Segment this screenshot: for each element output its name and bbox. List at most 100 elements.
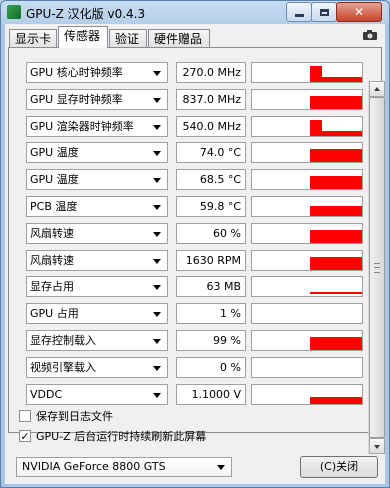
sensor-row: VDDC 1.1000 V bbox=[23, 384, 363, 407]
sensor-value: 837.0 MHz bbox=[176, 89, 246, 110]
sensor-value: 99 % bbox=[176, 330, 246, 351]
chevron-down-icon bbox=[153, 312, 161, 317]
sensor-name: GPU 占用 bbox=[30, 307, 79, 320]
sensor-graph-plot bbox=[310, 96, 362, 109]
sensor-name-dropdown[interactable]: GPU 显存时钟频率 bbox=[26, 89, 168, 110]
scroll-thumb[interactable] bbox=[369, 97, 385, 438]
chevron-down-icon bbox=[217, 465, 225, 470]
sensor-graph-plot bbox=[252, 304, 362, 323]
sensor-name-dropdown[interactable]: GPU 温度 bbox=[26, 169, 168, 190]
chevron-down-icon bbox=[153, 339, 161, 344]
minimize-button[interactable] bbox=[286, 2, 312, 22]
sensor-graph-plot bbox=[310, 206, 362, 216]
sensor-graph-bar bbox=[322, 131, 362, 136]
window-title: GPU-Z 汉化版 v0.4.3 bbox=[26, 7, 146, 21]
sensor-graph-bar bbox=[310, 149, 362, 162]
sensor-graph-bar bbox=[310, 397, 362, 404]
sensor-row: GPU 渲染器时钟频率 540.0 MHz bbox=[23, 116, 363, 139]
sensor-graph-bar bbox=[310, 257, 362, 270]
chevron-down-icon bbox=[153, 125, 161, 130]
sensor-name-dropdown[interactable]: GPU 渲染器时钟频率 bbox=[26, 116, 168, 137]
sensor-graph-bar bbox=[322, 77, 362, 82]
gpu-select-dropdown[interactable]: NVIDIA GeForce 8800 GTS bbox=[16, 457, 232, 477]
tab-graphics-card[interactable]: 显示卡 bbox=[9, 29, 57, 47]
sensor-row: 显存占用 63 MB bbox=[23, 276, 363, 299]
vertical-scrollbar[interactable] bbox=[368, 81, 385, 454]
sensor-graph-bar bbox=[310, 292, 362, 294]
tab-validation[interactable]: 验证 bbox=[109, 29, 147, 47]
chevron-down-icon bbox=[153, 393, 161, 398]
sensor-value: 1630 RPM bbox=[176, 250, 246, 271]
sensor-graph-plot bbox=[310, 397, 362, 404]
background-refresh-box[interactable]: ✓ bbox=[19, 430, 31, 442]
log-to-file-label: 保存到日志文件 bbox=[36, 410, 113, 423]
sensor-name-dropdown[interactable]: 显存控制载入 bbox=[26, 330, 168, 351]
sensor-name: GPU 显存时钟频率 bbox=[30, 93, 123, 106]
sensor-value: 74.0 °C bbox=[176, 142, 246, 163]
sensor-row: GPU 核心时钟频率 270.0 MHz bbox=[23, 62, 363, 85]
sensor-name: PCB 温度 bbox=[30, 200, 78, 213]
sensor-graph bbox=[251, 142, 363, 163]
sensor-graph-bar bbox=[310, 206, 362, 216]
tab-sensors[interactable]: 传感器 bbox=[58, 26, 108, 48]
sensor-name-dropdown[interactable]: 显存占用 bbox=[26, 276, 168, 297]
sensor-graph bbox=[251, 62, 363, 83]
sensor-graph-bar bbox=[310, 230, 362, 243]
background-refresh-checkbox[interactable]: ✓ GPU-Z 后台运行时持续刷新此屏幕 bbox=[19, 428, 206, 444]
sensor-value: 0 % bbox=[176, 357, 246, 378]
grip-icon bbox=[374, 263, 380, 273]
camera-icon[interactable] bbox=[362, 29, 378, 41]
chevron-down-icon bbox=[153, 205, 161, 210]
log-to-file-checkbox[interactable]: 保存到日志文件 bbox=[19, 408, 113, 424]
sensor-graph-plot bbox=[310, 66, 362, 82]
sensor-graph bbox=[251, 357, 363, 378]
sensor-graph-plot bbox=[252, 358, 362, 377]
window-close-button[interactable]: ✕ bbox=[336, 2, 382, 22]
sensor-row: GPU 温度 68.5 °C bbox=[23, 169, 363, 192]
sensor-value: 60 % bbox=[176, 223, 246, 244]
sensor-name: GPU 温度 bbox=[30, 146, 79, 159]
sensor-name: GPU 温度 bbox=[30, 173, 79, 186]
sensor-value: 68.5 °C bbox=[176, 169, 246, 190]
sensor-name: 风扇转速 bbox=[30, 227, 74, 240]
sensor-row: 风扇转速 1630 RPM bbox=[23, 250, 363, 273]
sensor-name-dropdown[interactable]: VDDC bbox=[26, 384, 168, 405]
sensor-graph-bar bbox=[310, 120, 322, 136]
app-window: GPU-Z 汉化版 v0.4.3 ✕ 显示卡 传感器 验证 硬件赠品 GPU 核… bbox=[0, 0, 390, 488]
chevron-down-icon bbox=[153, 71, 161, 76]
gpu-select-value: NVIDIA GeForce 8800 GTS bbox=[22, 460, 166, 473]
tab-giveaway[interactable]: 硬件赠品 bbox=[148, 29, 210, 47]
sensor-value: 540.0 MHz bbox=[176, 116, 246, 137]
sensor-name-dropdown[interactable]: GPU 核心时钟频率 bbox=[26, 62, 168, 83]
sensor-graph bbox=[251, 89, 363, 110]
chevron-down-icon bbox=[153, 259, 161, 264]
sensor-graph bbox=[251, 276, 363, 297]
sensor-name-dropdown[interactable]: 风扇转速 bbox=[26, 250, 168, 271]
chevron-down-icon bbox=[153, 366, 161, 371]
sensor-name-dropdown[interactable]: 视频引擎载入 bbox=[26, 357, 168, 378]
sensor-name-dropdown[interactable]: GPU 温度 bbox=[26, 142, 168, 163]
close-button[interactable]: (C)关闭 bbox=[300, 456, 378, 478]
sensor-graph bbox=[251, 250, 363, 271]
chevron-down-icon bbox=[153, 232, 161, 237]
sensor-name-dropdown[interactable]: 风扇转速 bbox=[26, 223, 168, 244]
sensor-graph bbox=[251, 196, 363, 217]
minimize-icon bbox=[294, 13, 304, 17]
sensor-value: 1 % bbox=[176, 303, 246, 324]
sensor-row: GPU 温度 74.0 °C bbox=[23, 142, 363, 165]
log-to-file-box[interactable] bbox=[19, 410, 31, 422]
sensor-name: 风扇转速 bbox=[30, 254, 74, 267]
title-bar[interactable]: GPU-Z 汉化版 v0.4.3 ✕ bbox=[1, 1, 389, 23]
sensor-graph bbox=[251, 116, 363, 137]
sensor-graph bbox=[251, 169, 363, 190]
sensor-name: VDDC bbox=[30, 388, 63, 401]
sensor-name-dropdown[interactable]: PCB 温度 bbox=[26, 196, 168, 217]
maximize-icon bbox=[319, 8, 329, 16]
maximize-button[interactable] bbox=[311, 2, 337, 22]
sensor-row: 视频引擎载入 0 % bbox=[23, 357, 363, 380]
sensor-row: GPU 占用 1 % bbox=[23, 303, 363, 326]
scroll-up-button[interactable] bbox=[369, 81, 385, 97]
chevron-down-icon bbox=[153, 151, 161, 156]
sensor-name-dropdown[interactable]: GPU 占用 bbox=[26, 303, 168, 324]
sensor-value: 59.8 °C bbox=[176, 196, 246, 217]
